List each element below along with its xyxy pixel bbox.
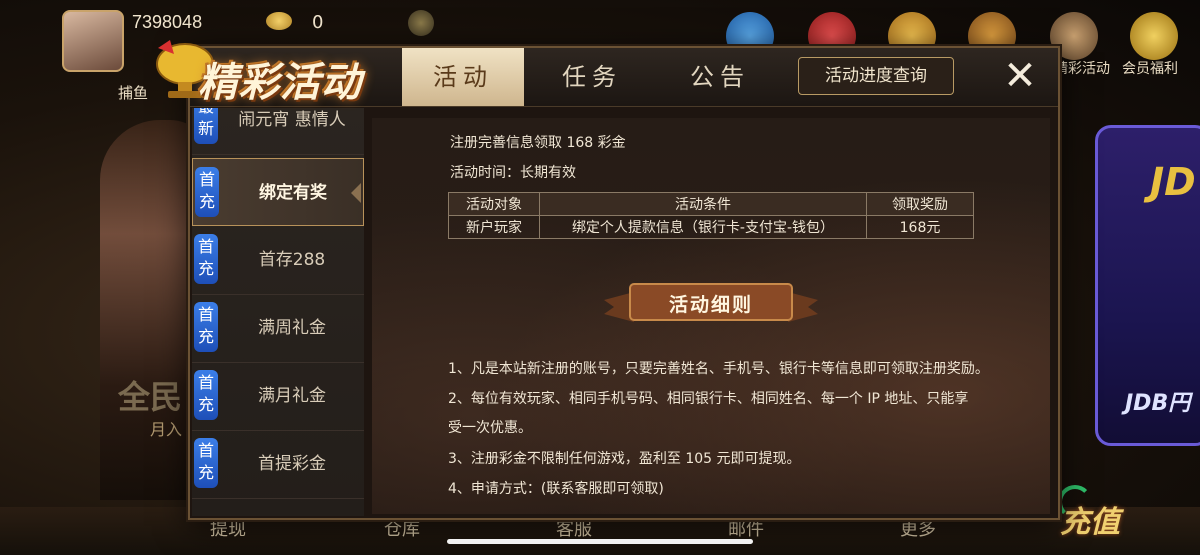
activity-content: 注册完善信息领取 168 彩金 活动时间：长期有效 活动对象 活动条件 领取奖励… bbox=[372, 118, 1050, 514]
sidebar-item-label: 满月礼金 bbox=[258, 386, 326, 406]
details-title: 活动细则 bbox=[668, 294, 753, 316]
detail-line: 2、每位有效玩家、相同手机号码、相同银行卡、相同姓名、每一个 IP 地址、只能享 bbox=[448, 391, 969, 407]
tab-notice[interactable]: 公告 bbox=[658, 48, 782, 106]
activity-table: 活动对象 活动条件 领取奖励 新户玩家 绑定个人提款信息（银行卡-支付宝-钱包）… bbox=[448, 192, 974, 239]
table-cell: 新户玩家 bbox=[448, 215, 540, 239]
sidebar-item-bind-reward[interactable]: 首充 绑定有奖 bbox=[192, 158, 364, 226]
activity-headline: 注册完善信息领取 168 彩金 bbox=[450, 135, 626, 151]
table-header: 领取奖励 bbox=[866, 192, 974, 216]
first-deposit-badge: 首充 bbox=[194, 234, 218, 284]
jdb-card-top-text: JD bbox=[1150, 160, 1196, 204]
first-deposit-badge: 首充 bbox=[194, 438, 218, 488]
detail-line: 1、凡是本站新注册的账号，只要完善姓名、手机号、银行卡等信息即可领取注册奖励。 bbox=[448, 361, 989, 377]
home-indicator[interactable] bbox=[447, 539, 753, 544]
sidebar-item-label: 首存288 bbox=[258, 250, 326, 270]
activity-sidebar[interactable]: 最新 闹元宵 惠情人 首充 绑定有奖 首充 首存288 首充 满周礼金 首充 满… bbox=[192, 108, 364, 516]
sidebar-item-label: 首提彩金 bbox=[258, 454, 326, 474]
close-icon[interactable]: ✕ bbox=[998, 54, 1042, 98]
detail-line: 4、申请方式：(联系客服即可领取) bbox=[448, 481, 664, 497]
banner-subtitle: 月入 bbox=[150, 420, 183, 439]
sidebar-item-label: 闹元宵 惠情人 bbox=[238, 110, 346, 130]
fishing-hint: 捕鱼 bbox=[118, 84, 149, 102]
activity-time: 活动时间：长期有效 bbox=[450, 165, 576, 181]
refresh-icon[interactable] bbox=[408, 10, 434, 36]
table-cell: 168元 bbox=[866, 215, 974, 239]
modal-title: 精彩活动 bbox=[198, 60, 362, 106]
tab-activity[interactable]: 活动 bbox=[402, 48, 524, 106]
coin-icon bbox=[266, 12, 292, 30]
crown-icon[interactable] bbox=[1130, 12, 1178, 60]
brilliant-activity-label: 精彩活动 bbox=[1054, 61, 1110, 77]
coin-balance: 0 bbox=[312, 12, 324, 33]
tab-task[interactable]: 任务 bbox=[530, 48, 654, 106]
sidebar-item-first-withdraw[interactable]: 首充 首提彩金 bbox=[192, 430, 364, 499]
activity-modal: 活动 任务 公告 活动进度查询 ✕ 最新 闹元宵 惠情人 首充 绑定有奖 首充 … bbox=[188, 46, 1060, 520]
table-header: 活动条件 bbox=[539, 192, 867, 216]
recharge-button[interactable]: 充值 bbox=[1060, 497, 1120, 541]
sidebar-item-monthly-gift[interactable]: 首充 满月礼金 bbox=[192, 362, 364, 431]
avatar[interactable] bbox=[62, 10, 124, 72]
first-deposit-badge: 首充 bbox=[194, 302, 218, 352]
first-deposit-badge: 首充 bbox=[194, 370, 218, 420]
table-cell: 绑定个人提款信息（银行卡-支付宝-钱包） bbox=[539, 215, 867, 239]
first-deposit-badge: 首充 bbox=[195, 167, 219, 217]
sidebar-item-lantern[interactable]: 最新 闹元宵 惠情人 bbox=[192, 108, 364, 155]
banner-title: 全民 bbox=[118, 378, 183, 416]
active-arrow-icon bbox=[351, 183, 361, 203]
jdb-card-bottom-text: JDB円 bbox=[1125, 391, 1191, 416]
sidebar-item-first-deposit[interactable]: 首充 首存288 bbox=[192, 226, 364, 295]
new-badge: 最新 bbox=[194, 108, 218, 144]
sidebar-item-label: 绑定有奖 bbox=[259, 183, 327, 203]
sidebar-item-label: 满周礼金 bbox=[258, 318, 326, 338]
detail-line: 3、注册彩金不限制任何游戏，盈利至 105 元即可提现。 bbox=[448, 451, 801, 467]
table-row: 新户玩家 绑定个人提款信息（银行卡-支付宝-钱包） 168元 bbox=[448, 215, 974, 239]
table-header: 活动对象 bbox=[448, 192, 540, 216]
activity-progress-query-button[interactable]: 活动进度查询 bbox=[798, 57, 954, 95]
sidebar-item-weekly-gift[interactable]: 首充 满周礼金 bbox=[192, 294, 364, 363]
detail-line: 受一次优惠。 bbox=[448, 420, 532, 436]
user-id: 7398048 bbox=[132, 12, 203, 32]
member-benefits-label: 会员福利 bbox=[1122, 61, 1178, 77]
